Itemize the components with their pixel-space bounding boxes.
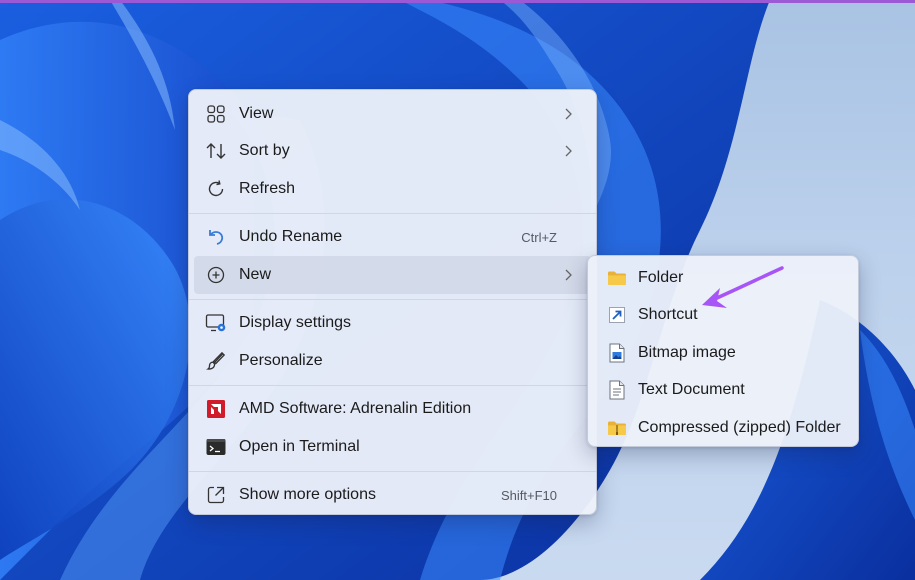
display-settings-icon <box>205 312 227 334</box>
menu-item-refresh[interactable]: Refresh <box>194 170 591 208</box>
menu-item-label: Compressed (zipped) Folder <box>638 418 841 436</box>
menu-item-label: View <box>239 104 274 122</box>
menu-item-label: Shortcut <box>638 306 698 324</box>
chevron-right-icon <box>565 108 572 120</box>
menu-separator <box>189 212 596 214</box>
menu-item-label: Open in Terminal <box>239 437 360 455</box>
menu-item-display-settings[interactable]: Display settings <box>194 305 591 343</box>
menu-separator <box>189 470 596 472</box>
menu-item-personalize[interactable]: Personalize <box>194 342 591 380</box>
chevron-right-icon <box>565 269 572 281</box>
bitmap-icon <box>606 342 628 364</box>
menu-item-amd-software[interactable]: AMD Software: Adrenalin Edition <box>194 391 591 429</box>
menu-separator <box>189 298 596 300</box>
menu-item-label: New <box>239 265 272 283</box>
menu-item-label: AMD Software: Adrenalin Edition <box>239 400 472 418</box>
grid-icon <box>205 103 227 125</box>
menu-item-label: Folder <box>638 268 684 286</box>
plus-circle-icon <box>205 264 227 286</box>
menu-item-label: Bitmap image <box>638 343 736 361</box>
shortcut-arrow-icon <box>606 304 628 326</box>
refresh-icon <box>205 178 227 200</box>
menu-item-show-more-options[interactable]: Show more options Shift+F10 <box>194 477 591 515</box>
menu-item-new[interactable]: New <box>194 256 591 294</box>
menu-item-sort-by[interactable]: Sort by <box>194 133 591 171</box>
text-document-icon <box>606 379 628 401</box>
submenu-item-compressed-folder[interactable]: Compressed (zipped) Folder <box>593 409 853 447</box>
terminal-icon <box>205 436 227 458</box>
menu-item-undo-rename[interactable]: Undo Rename Ctrl+Z <box>194 219 591 257</box>
chevron-right-icon <box>565 145 572 157</box>
desktop-context-menu: View Sort by Refresh Undo Rename Ctrl+Z … <box>188 89 597 515</box>
shortcut-text: Ctrl+Z <box>521 229 557 245</box>
sort-arrows-icon <box>205 140 227 162</box>
submenu-item-text-document[interactable]: Text Document <box>593 372 853 410</box>
desktop[interactable]: View Sort by Refresh Undo Rename Ctrl+Z … <box>0 0 915 580</box>
folder-icon <box>606 267 628 289</box>
menu-separator <box>189 384 596 386</box>
shortcut-text: Shift+F10 <box>500 487 557 503</box>
annotation-arrow <box>702 266 784 308</box>
menu-item-label: Sort by <box>239 142 290 160</box>
zip-folder-icon <box>606 417 628 439</box>
amd-logo-icon <box>205 398 227 420</box>
top-accent-strip <box>0 0 915 3</box>
menu-item-label: Display settings <box>239 314 352 332</box>
menu-item-label: Text Document <box>638 381 745 399</box>
menu-item-label: Undo Rename <box>239 228 343 246</box>
menu-item-label: Personalize <box>239 351 323 369</box>
menu-item-open-in-terminal[interactable]: Open in Terminal <box>194 428 591 466</box>
brush-icon <box>205 350 227 372</box>
menu-item-label: Show more options <box>239 486 376 504</box>
submenu-item-bitmap-image[interactable]: Bitmap image <box>593 334 853 372</box>
menu-item-label: Refresh <box>239 179 296 197</box>
undo-icon <box>205 226 227 248</box>
menu-item-view[interactable]: View <box>194 95 591 133</box>
more-options-icon <box>205 484 227 506</box>
